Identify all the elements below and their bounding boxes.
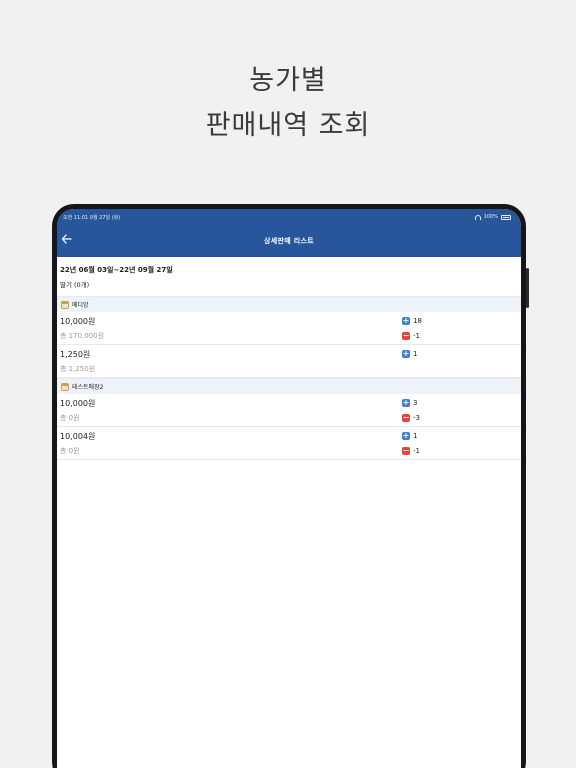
list-item[interactable]: 10,000원 총 0원 +3 − -3 [57, 394, 521, 427]
battery-percent: 100% [483, 214, 498, 220]
title-row: 상세판매 리스트 [57, 225, 521, 257]
minus-quantity: − -1 [402, 332, 420, 340]
total-amount: 총 0원 [60, 447, 80, 455]
wifi-icon [474, 214, 481, 220]
minus-count: -1 [413, 332, 420, 340]
plus-quantity: +18 [402, 317, 422, 325]
list-item[interactable]: 10,000원 총 170,000원 +18 − -1 [57, 312, 521, 345]
minus-icon: − [402, 413, 410, 422]
plus-count: 1 [413, 350, 418, 358]
unit-price: 1,250원 [60, 350, 91, 359]
item-header: 딸기 (0개) [60, 281, 90, 289]
store-name: 테스트매장2 [72, 384, 104, 391]
total-amount: 총 0원 [60, 414, 80, 422]
status-time: 오전 11:01 9월 27일 (화) [63, 214, 121, 221]
plus-icon: + [402, 431, 410, 440]
list-item[interactable]: 1,250원 총 1,250원 +1 [57, 345, 521, 378]
plus-count: 18 [413, 317, 422, 325]
plus-quantity: +1 [402, 350, 417, 358]
store-icon [61, 382, 69, 391]
store-section: 테스트매장2 10,000원 총 0원 +3 − -3 10,004원 총 0원 … [57, 378, 521, 460]
app-bar: 오전 11:01 9월 27일 (화) 100% 상세판매 리스트 [57, 209, 521, 257]
store-icon [61, 300, 69, 309]
unit-price: 10,000원 [60, 317, 96, 326]
status-right: 100% [474, 214, 511, 220]
plus-quantity: +1 [402, 432, 417, 440]
store-name: 메디앙 [72, 302, 89, 309]
tablet-frame: 오전 11:01 9월 27일 (화) 100% 상세판매 리스트 22년 06… [52, 204, 529, 768]
unit-price: 10,004원 [60, 432, 96, 441]
total-amount: 총 1,250원 [60, 365, 96, 373]
unit-price: 10,000원 [60, 399, 96, 408]
minus-icon: − [402, 446, 410, 455]
app-screen: 오전 11:01 9월 27일 (화) 100% 상세판매 리스트 22년 06… [57, 209, 521, 768]
date-range: 22년 06월 03일~22년 09월 27일 [60, 266, 173, 274]
minus-count: -3 [413, 414, 420, 422]
minus-quantity: − -1 [402, 447, 420, 455]
total-amount: 총 170,000원 [60, 332, 105, 340]
promo-title-line1: 농가별 [249, 65, 327, 96]
plus-icon: + [402, 316, 410, 325]
minus-quantity: − -3 [402, 414, 420, 422]
minus-count: -1 [413, 447, 420, 455]
status-bar: 오전 11:01 9월 27일 (화) 100% [57, 209, 521, 225]
plus-icon: + [402, 349, 410, 358]
store-section: 메디앙 10,000원 총 170,000원 +18 − -1 1,250원 총 … [57, 296, 521, 378]
plus-icon: + [402, 398, 410, 407]
plus-quantity: +3 [402, 399, 417, 407]
list-item[interactable]: 10,004원 총 0원 +1 − -1 [57, 427, 521, 460]
store-header: 메디앙 [57, 296, 521, 312]
battery-icon [501, 214, 511, 220]
promo-title-line2: 판매내역 조회 [205, 110, 371, 141]
store-header: 테스트매장2 [57, 378, 521, 394]
page-title: 상세판매 리스트 [264, 237, 314, 245]
arrow-left-icon[interactable] [61, 232, 73, 246]
plus-count: 1 [413, 432, 418, 440]
plus-count: 3 [413, 399, 418, 407]
minus-icon: − [402, 331, 410, 340]
